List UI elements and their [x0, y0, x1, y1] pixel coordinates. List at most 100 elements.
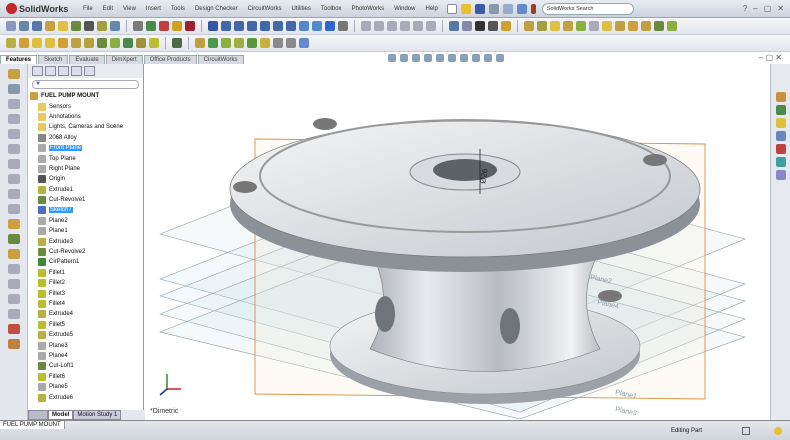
- menu-insert[interactable]: Insert: [141, 6, 166, 12]
- feature-tool-icon[interactable]: [123, 38, 133, 48]
- feature-tool-icon[interactable]: [97, 38, 107, 48]
- tree-filter-input[interactable]: ▼: [32, 80, 139, 89]
- file-explorer-icon[interactable]: [776, 118, 786, 128]
- tool-strip-icon[interactable]: [8, 144, 20, 154]
- close-button[interactable]: ✕: [777, 4, 784, 13]
- toolbar-button-icon[interactable]: [576, 21, 586, 31]
- tab-office-products[interactable]: Office Products: [143, 55, 197, 64]
- toolbar-button-icon[interactable]: [413, 21, 423, 31]
- toolbar-button-icon[interactable]: [6, 21, 16, 31]
- menu-window[interactable]: Window: [389, 6, 420, 12]
- toolbar-button-icon[interactable]: [374, 21, 384, 31]
- tool-strip-icon[interactable]: [8, 279, 20, 289]
- property-manager-icon[interactable]: [45, 66, 56, 76]
- select-icon[interactable]: [516, 3, 527, 14]
- hide-show-icon[interactable]: [460, 54, 468, 62]
- toolbar-button-icon[interactable]: [628, 21, 638, 31]
- tree-item[interactable]: Extrude1: [28, 185, 143, 195]
- toolbar-button-icon[interactable]: [488, 21, 498, 31]
- feature-tool-icon[interactable]: [58, 38, 68, 48]
- tool-strip-icon[interactable]: [8, 174, 20, 184]
- tool-strip-icon[interactable]: [8, 234, 20, 244]
- display-style-icon[interactable]: [448, 54, 456, 62]
- tree-item[interactable]: Plane4: [28, 351, 143, 361]
- toolbar-button-icon[interactable]: [641, 21, 651, 31]
- toolbar-button-icon[interactable]: [602, 21, 612, 31]
- tree-item[interactable]: Extrude5: [28, 330, 143, 340]
- toolbar-button-icon[interactable]: [286, 21, 296, 31]
- menu-file[interactable]: File: [78, 6, 98, 12]
- tool-strip-icon[interactable]: [8, 264, 20, 274]
- tool-strip-icon[interactable]: [8, 84, 20, 94]
- tool-strip-icon[interactable]: [8, 159, 20, 169]
- rebuild-status-icon[interactable]: [774, 427, 782, 435]
- new-document-icon[interactable]: [446, 3, 457, 14]
- design-library-icon[interactable]: [776, 105, 786, 115]
- custom-properties-icon[interactable]: [776, 170, 786, 180]
- toolbar-button-icon[interactable]: [133, 21, 143, 31]
- tree-item[interactable]: Fillet3: [28, 288, 143, 298]
- tool-strip-icon[interactable]: [8, 189, 20, 199]
- feature-tool-icon[interactable]: [45, 38, 55, 48]
- previous-view-icon[interactable]: [412, 54, 420, 62]
- feature-tool-icon[interactable]: [195, 38, 205, 48]
- toolbar-button-icon[interactable]: [361, 21, 371, 31]
- tool-strip-icon[interactable]: [8, 219, 20, 229]
- tree-item[interactable]: Plane2: [28, 216, 143, 226]
- viewport-restore[interactable]: ▢: [766, 53, 774, 62]
- toolbar-button-icon[interactable]: [110, 21, 120, 31]
- tree-item[interactable]: Sketch7: [28, 205, 143, 215]
- tab-model[interactable]: Model: [48, 410, 74, 420]
- resources-icon[interactable]: [776, 92, 786, 102]
- toolbar-button-icon[interactable]: [97, 21, 107, 31]
- view-orientation-icon[interactable]: [436, 54, 444, 62]
- tool-strip-icon[interactable]: [8, 204, 20, 214]
- viewport-minimize[interactable]: –: [759, 53, 763, 62]
- menu-view[interactable]: View: [118, 6, 141, 12]
- tree-root[interactable]: FUEL PUMP MOUNT: [28, 91, 143, 101]
- feature-tool-icon[interactable]: [136, 38, 146, 48]
- tab-sketch[interactable]: Sketch: [38, 55, 69, 64]
- tool-strip-icon[interactable]: [8, 249, 20, 259]
- feature-tool-icon[interactable]: [273, 38, 283, 48]
- print-icon[interactable]: [488, 3, 499, 14]
- tree-item[interactable]: Fillet4: [28, 299, 143, 309]
- feature-tool-icon[interactable]: [6, 38, 16, 48]
- tree-item[interactable]: Front Plane: [28, 143, 143, 153]
- tree-item[interactable]: Fillet1: [28, 268, 143, 278]
- tab-scroll[interactable]: [28, 410, 48, 420]
- display-manager-icon[interactable]: [84, 66, 95, 76]
- tool-strip-icon[interactable]: [8, 99, 20, 109]
- appearance-icon[interactable]: [472, 54, 480, 62]
- graphics-viewport[interactable]: Ø26 Plane2 Plane4 Plane1 Plane3 *Dimetri…: [145, 64, 770, 420]
- toolbar-button-icon[interactable]: [19, 21, 29, 31]
- toolbar-button-icon[interactable]: [247, 21, 257, 31]
- configuration-manager-icon[interactable]: [58, 66, 69, 76]
- tool-strip-icon[interactable]: [8, 294, 20, 304]
- feature-manager-icon[interactable]: [32, 66, 43, 76]
- tool-strip-icon[interactable]: [8, 114, 20, 124]
- tree-item[interactable]: Extrude3: [28, 236, 143, 246]
- feature-tool-icon[interactable]: [71, 38, 81, 48]
- tab-dimxpert[interactable]: DimXpert: [105, 55, 143, 64]
- tree-item[interactable]: Annotations: [28, 112, 143, 122]
- feature-tool-icon[interactable]: [84, 38, 94, 48]
- dimxpert-manager-icon[interactable]: [71, 66, 82, 76]
- toolbar-button-icon[interactable]: [325, 21, 335, 31]
- save-icon[interactable]: [474, 3, 485, 14]
- toolbar-button-icon[interactable]: [475, 21, 485, 31]
- toolbar-button-icon[interactable]: [159, 21, 169, 31]
- toolbar-button-icon[interactable]: [537, 21, 547, 31]
- tree-item[interactable]: CirPattern1: [28, 257, 143, 267]
- feature-tool-icon[interactable]: [221, 38, 231, 48]
- tree-item[interactable]: Cut-Revolve1: [28, 195, 143, 205]
- toolbar-button-icon[interactable]: [462, 21, 472, 31]
- zoom-to-fit-icon[interactable]: [388, 54, 396, 62]
- tab-motion-study[interactable]: Motion Study 1: [73, 410, 122, 420]
- feature-tool-icon[interactable]: [260, 38, 270, 48]
- menu-photoworks[interactable]: PhotoWorks: [347, 6, 390, 12]
- feature-tool-icon[interactable]: [234, 38, 244, 48]
- zoom-area-icon[interactable]: [400, 54, 408, 62]
- tool-strip-icon[interactable]: [8, 309, 20, 319]
- toolbar-button-icon[interactable]: [654, 21, 664, 31]
